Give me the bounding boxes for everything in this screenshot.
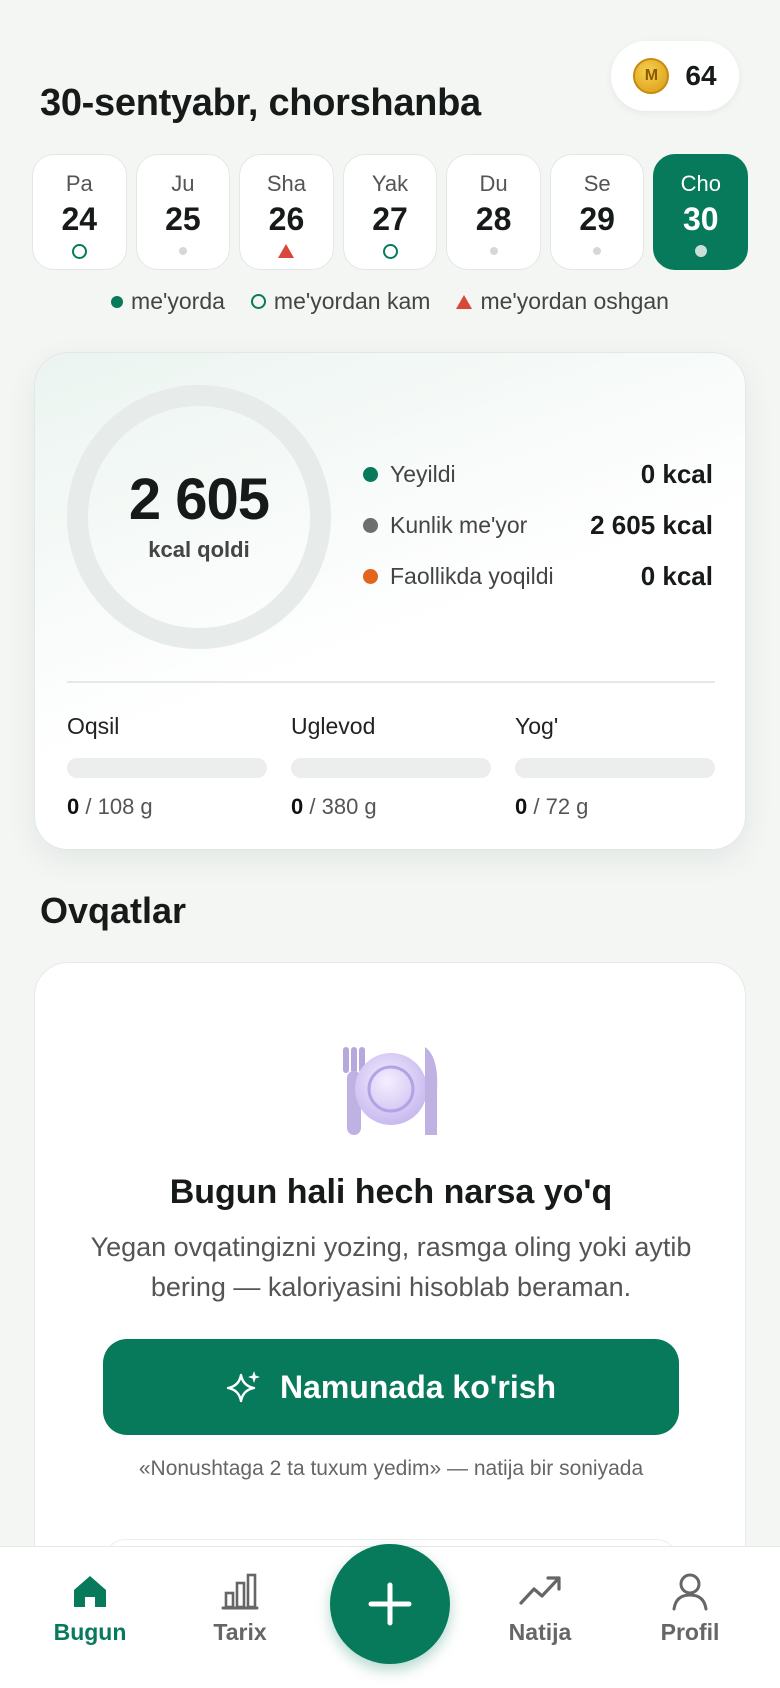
user-icon [672, 1573, 708, 1611]
tab-results[interactable]: Natija [480, 1571, 600, 1646]
macro-value: 0 / 380 g [291, 794, 377, 819]
add-meal-button[interactable] [330, 1544, 450, 1664]
stat-label: Faollikda yoqildi [390, 563, 554, 589]
trending-up-icon [519, 1576, 561, 1605]
day-date: 25 [165, 201, 201, 237]
over-marker-icon [278, 244, 295, 258]
stat-eaten: Yeyildi 0 kcal [363, 449, 713, 500]
day-24[interactable]: Pa 24 [32, 154, 127, 270]
day-name: Yak [371, 171, 409, 196]
plus-icon [368, 1582, 412, 1626]
macro-value: 0 / 108 g [67, 794, 153, 819]
empty-marker-icon [489, 247, 498, 255]
plate-cutlery-icon [343, 1047, 438, 1135]
macros: Oqsil 0 / 108 g Uglevod 0 / 380 g Yog' 0… [67, 713, 715, 820]
status-legend: me'yorda me'yordan kam me'yordan oshgan [0, 288, 780, 315]
empty-state-title: Bugun hali hech narsa yo'q [169, 1173, 613, 1211]
under-marker-icon [71, 243, 87, 259]
tab-label: Tarix [213, 1619, 267, 1645]
sample-button[interactable]: Namunada ko'rish [103, 1339, 679, 1435]
day-date: 30 [682, 201, 719, 237]
eaten-dot-icon [363, 467, 378, 482]
day-date: 24 [61, 201, 98, 237]
norm-dot-icon [363, 518, 378, 533]
day-25[interactable]: Ju 25 [135, 154, 231, 270]
page-title: 30-sentyabr, chorshanba [40, 82, 481, 124]
day-name: Du [479, 171, 508, 196]
tab-today[interactable]: Bugun [30, 1571, 150, 1646]
day-29[interactable]: Se 29 [549, 154, 645, 270]
legend-normal: me'yorda [131, 288, 225, 314]
macro-label: Uglevod [291, 713, 376, 739]
day-name: Pa [65, 171, 93, 196]
calorie-ring: 2 605 kcal qoldi [67, 385, 331, 649]
home-icon [74, 1576, 106, 1607]
burned-dot-icon [363, 569, 378, 584]
day-name: Cho [680, 171, 721, 196]
tab-label: Natija [508, 1619, 572, 1645]
day-28[interactable]: Du 28 [446, 154, 541, 270]
stat-burned: Faollikda yoqildi 0 kcal [363, 551, 713, 602]
macro-label: Oqsil [67, 713, 120, 739]
macro-progress-bar [67, 758, 267, 778]
legend-under: me'yordan kam [273, 288, 431, 314]
day-date: 27 [372, 201, 408, 237]
coin-count: 64 [685, 60, 717, 91]
divider [67, 681, 715, 683]
stat-value: 0 kcal [640, 459, 713, 489]
week-strip: Pa 24 Ju 25 Sha 26 Yak 27 Du 28 Se 29 Ch… [32, 154, 749, 270]
stat-label: Yeyildi [390, 461, 456, 487]
day-date: 29 [579, 201, 615, 237]
day-30-selected[interactable]: Cho 30 [653, 154, 749, 270]
stat-value: 2 605 kcal [590, 510, 713, 540]
day-date: 28 [475, 201, 512, 237]
meals-card: Bugun hali hech narsa yo'q Yegan ovqatin… [34, 962, 746, 1582]
macro-protein: Oqsil 0 / 108 g [67, 713, 267, 820]
macro-progress-bar [291, 758, 491, 778]
macro-fat: Yog' 0 / 72 g [515, 713, 715, 820]
today-marker-icon [694, 245, 707, 257]
macro-carbs: Uglevod 0 / 380 g [291, 713, 491, 820]
remaining-label: kcal qoldi [148, 537, 250, 562]
legend-over: me'yordan oshgan [480, 288, 669, 314]
sample-button-label: Namunada ko'rish [279, 1368, 557, 1405]
under-marker-icon [382, 243, 398, 259]
macro-value: 0 / 72 g [515, 794, 589, 819]
tab-profile[interactable]: Profil [630, 1571, 750, 1646]
macro-label: Yog' [515, 713, 559, 739]
remaining-calories: 2 605 [128, 467, 270, 532]
stat-value: 0 kcal [640, 561, 713, 591]
day-name: Se [583, 171, 611, 196]
day-date: 26 [268, 201, 305, 237]
tab-label: Bugun [53, 1619, 127, 1645]
day-26[interactable]: Sha 26 [239, 154, 334, 270]
empty-marker-icon [178, 247, 187, 255]
meals-section-title: Ovqatlar [40, 890, 187, 931]
macro-progress-bar [515, 758, 715, 778]
day-27[interactable]: Yak 27 [342, 154, 438, 270]
bar-chart-icon [221, 1573, 259, 1610]
over-triangle-icon [456, 294, 473, 309]
coin-icon: M [633, 58, 670, 94]
empty-marker-icon [593, 247, 602, 255]
day-name: Sha [266, 171, 307, 196]
normal-dot-icon [111, 295, 124, 308]
tab-history[interactable]: Tarix [180, 1571, 300, 1646]
day-name: Ju [171, 171, 195, 196]
stat-label: Kunlik me'yor [390, 512, 528, 538]
tab-label: Profil [660, 1619, 720, 1645]
stat-daily-norm: Kunlik me'yor 2 605 kcal [363, 500, 713, 551]
calorie-summary-card[interactable]: 2 605 kcal qoldi Yeyildi 0 kcal Kunlik m… [34, 352, 746, 850]
example-hint: «Nonushtaga 2 ta tuxum yedim» — natija b… [138, 1457, 644, 1480]
empty-state-text: Yegan ovqatingizni yozing, rasmga oling … [90, 1232, 692, 1302]
calorie-stats: Yeyildi 0 kcal Kunlik me'yor 2 605 kcal … [363, 449, 713, 602]
coin-balance[interactable]: M 64 [611, 41, 739, 111]
sparkle-icon [226, 1371, 260, 1403]
under-ring-icon [250, 294, 266, 309]
